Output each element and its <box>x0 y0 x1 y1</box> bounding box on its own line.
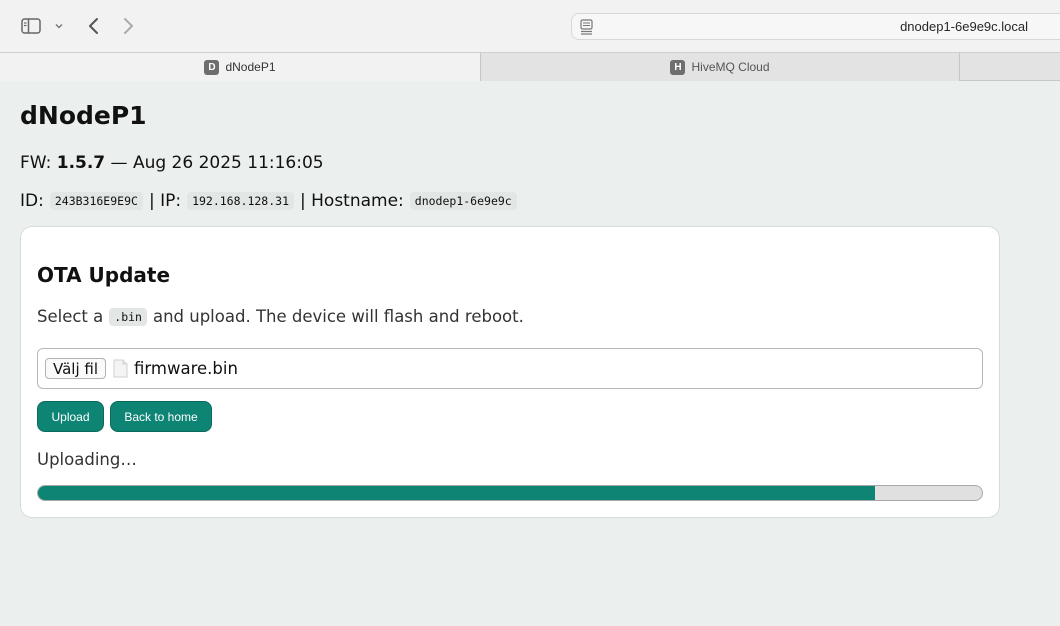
address-bar[interactable]: dnodep1-6e9e9c.local <box>571 13 1060 40</box>
desc-code: .bin <box>109 307 147 326</box>
device-ids: ID: 243B316E9E9C | IP: 192.168.128.31 | … <box>20 191 523 211</box>
tab-bar: D dNodeP1 H HiveMQ Cloud <box>0 52 1060 81</box>
device-id: 243B316E9E9C <box>49 192 143 210</box>
fw-separator: — <box>110 153 128 173</box>
fw-build-date: Aug 26 2025 11:16:05 <box>132 153 324 173</box>
ip-address: 192.168.128.31 <box>187 192 294 210</box>
upload-progress-bar <box>37 485 983 501</box>
desc-after: and upload. The device will flash and re… <box>152 307 524 326</box>
chevron-down-icon[interactable] <box>52 14 66 38</box>
forward-arrow-icon[interactable] <box>120 14 138 38</box>
ota-card: OTA Update Select a .bin and upload. The… <box>20 226 1000 518</box>
tab-label: dNodeP1 <box>225 60 276 74</box>
file-icon <box>113 359 128 378</box>
back-to-home-button[interactable]: Back to home <box>110 401 212 432</box>
ota-title: OTA Update <box>37 263 171 287</box>
progress-fill <box>38 486 876 500</box>
tab-favicon: D <box>204 59 220 75</box>
tab-favicon: H <box>670 59 686 75</box>
sidebar-icon[interactable] <box>20 14 42 38</box>
page-title: dNodeP1 <box>20 101 147 130</box>
ota-description: Select a .bin and upload. The device wil… <box>37 307 524 326</box>
fw-version: 1.5.7 <box>56 153 106 173</box>
browser-toolbar: dnodep1-6e9e9c.local <box>0 0 1060 52</box>
page-content: dNodeP1 FW: 1.5.7 — Aug 26 2025 11:16:05… <box>0 81 1060 626</box>
upload-status: Uploading… <box>37 450 137 469</box>
back-arrow-icon[interactable] <box>84 14 102 38</box>
id-label: ID: <box>20 191 44 211</box>
hostname: dnodep1-6e9e9c <box>409 192 517 210</box>
hostname-label: | Hostname: <box>300 191 404 211</box>
choose-file-button[interactable]: Välj fil <box>45 358 106 379</box>
tab-dnodep1[interactable]: D dNodeP1 <box>0 53 480 81</box>
ip-label: | IP: <box>148 191 182 211</box>
upload-button[interactable]: Upload <box>37 401 104 432</box>
file-input[interactable]: Välj fil firmware.bin <box>37 348 983 389</box>
file-name: firmware.bin <box>134 359 238 378</box>
fw-label: FW: <box>20 153 52 173</box>
firmware-info: FW: 1.5.7 — Aug 26 2025 11:16:05 <box>20 153 324 173</box>
tab-hivemq-cloud[interactable]: H HiveMQ Cloud <box>480 53 960 81</box>
desc-before: Select a <box>37 307 104 326</box>
url-text[interactable]: dnodep1-6e9e9c.local <box>900 19 1028 34</box>
tab-label: HiveMQ Cloud <box>691 60 770 74</box>
reader-icon[interactable] <box>578 18 594 36</box>
